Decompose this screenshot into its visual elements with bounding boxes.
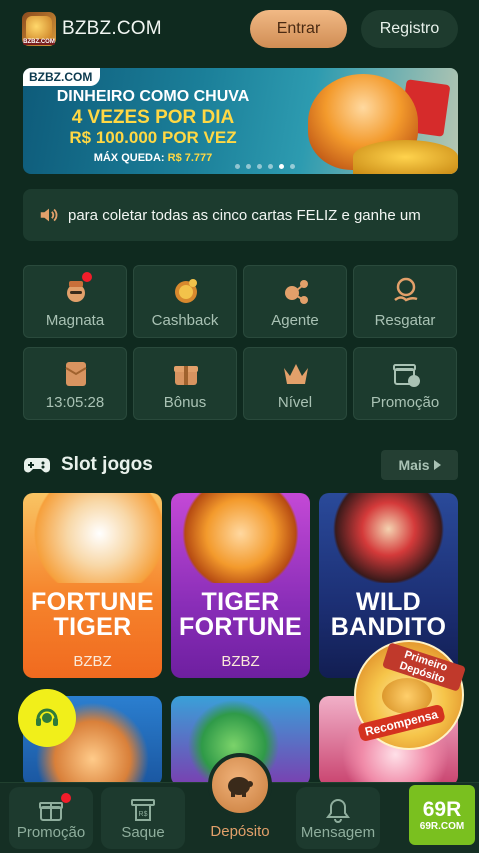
cashback-icon	[175, 279, 197, 303]
countdown-timer: 13:05:28	[45, 394, 105, 411]
menu-tile-magnata[interactable]: Magnata	[23, 265, 127, 338]
announcement-marquee[interactable]: para coletar todas as cinco cartas FELIZ…	[23, 189, 458, 241]
svg-text:R$: R$	[139, 811, 148, 818]
promo-banner[interactable]: BZBZ.COM DINHEIRO COMO CHUVA 4 VEZES POR…	[23, 68, 458, 174]
game-card-fortune-tiger[interactable]: FORTUNE TIGER BZBZ	[23, 493, 162, 678]
gamepad-icon	[24, 458, 50, 473]
banner-line-3: R$ 100.000 POR VEZ	[69, 128, 237, 147]
menu-tile-agente[interactable]: Agente	[243, 265, 347, 338]
pagination-dot[interactable]	[235, 164, 240, 169]
banner-max-value: R$ 7.777	[167, 152, 213, 164]
pagination-dot[interactable]	[279, 164, 284, 169]
pagination-dot[interactable]	[290, 164, 295, 169]
watermark-big: 69R	[422, 797, 462, 821]
banner-pagination[interactable]	[235, 164, 295, 169]
bell-icon	[326, 798, 350, 823]
register-button[interactable]: Registro	[361, 10, 458, 48]
nav-mensagem[interactable]: Mensagem	[296, 787, 380, 849]
bottom-navigation: Promoção R$ Saque Depósito Mensagem	[0, 753, 479, 853]
menu-tile-label: Cashback	[151, 312, 219, 329]
menu-tile-label: Promoção	[370, 394, 440, 411]
nav-promocao[interactable]: Promoção	[9, 787, 93, 849]
gift-chat-icon	[393, 364, 420, 387]
agent-icon	[285, 280, 308, 304]
nav-deposito[interactable]	[208, 753, 272, 817]
crown-icon	[284, 364, 308, 384]
site-logo[interactable]: BZBZ.COM	[22, 12, 56, 46]
more-button[interactable]: Mais	[381, 450, 458, 480]
quick-menu-grid: Magnata Cashback Agente Resgatar 13:05:2…	[23, 265, 458, 420]
game-art	[23, 493, 162, 583]
game-title-line-2: FORTUNE	[179, 613, 302, 641]
menu-tile-label: Bônus	[163, 394, 207, 411]
menu-tile-bonus[interactable]: Bônus	[133, 347, 237, 420]
pagination-dot[interactable]	[268, 164, 273, 169]
more-label: Mais	[398, 457, 430, 473]
piggy-bank-icon	[228, 777, 253, 797]
gift-box-icon	[174, 366, 198, 385]
gift-icon	[39, 802, 63, 821]
game-title-line-2: TIGER	[53, 613, 132, 641]
site-name: BZBZ.COM	[62, 18, 162, 39]
pagination-dot[interactable]	[257, 164, 262, 169]
watermark-small: 69R.COM	[419, 820, 465, 832]
redeem-icon	[394, 277, 418, 302]
banner-line-4: MÁX QUEDA: R$ 7.777	[23, 152, 283, 164]
game-art	[319, 493, 458, 583]
login-button[interactable]: Entrar	[250, 10, 347, 48]
menu-tile-cashback[interactable]: Cashback	[133, 265, 237, 338]
timer-envelope-icon	[65, 362, 87, 386]
menu-tile-timer[interactable]: 13:05:28	[23, 347, 127, 420]
game-art	[171, 493, 310, 583]
marquee-text: para coletar todas as cinco cartas FELIZ…	[68, 206, 421, 224]
menu-tile-label: Resgatar	[374, 312, 436, 329]
nav-saque[interactable]: R$ Saque	[101, 787, 185, 849]
menu-tile-resgatar[interactable]: Resgatar	[353, 265, 457, 338]
pagination-dot[interactable]	[246, 164, 251, 169]
withdraw-icon: R$	[131, 799, 155, 821]
speaker-icon	[40, 208, 58, 222]
banner-max-label: MÁX QUEDA:	[93, 152, 168, 164]
game-title-line-2: BANDITO	[330, 613, 447, 641]
customer-support-button[interactable]	[18, 689, 76, 747]
game-provider: BZBZ	[73, 653, 112, 670]
banner-line-2: 4 VEZES POR DIA	[71, 107, 235, 128]
section-title: Slot jogos	[61, 454, 153, 475]
caret-right-icon	[433, 460, 441, 470]
banner-line-1: DINHEIRO COMO CHUVA	[56, 88, 250, 105]
first-deposit-promo[interactable]: Primeiro Depósito Recompensa	[354, 640, 467, 750]
nav-deposit-label: Depósito	[210, 823, 270, 840]
menu-tile-promocao[interactable]: Promoção	[353, 347, 457, 420]
nav-label: Promoção	[16, 824, 86, 841]
banner-tag: BZBZ.COM	[23, 68, 101, 86]
logo-text: BZBZ.COM	[23, 39, 55, 45]
watermark-badge: 69R 69R.COM	[409, 785, 475, 845]
menu-tile-label: Magnata	[45, 312, 105, 329]
gold-coins-image	[353, 140, 458, 174]
menu-tile-label: Agente	[271, 312, 319, 329]
slot-games-header: Slot jogos Mais	[23, 450, 458, 480]
nav-label: Mensagem	[300, 824, 376, 841]
menu-tile-nivel[interactable]: Nível	[243, 347, 347, 420]
notification-dot	[82, 272, 92, 282]
top-header: BZBZ.COM BZBZ.COM Entrar Registro	[0, 0, 479, 58]
headset-icon	[36, 708, 58, 726]
nav-label: Saque	[121, 824, 165, 841]
notification-dot	[61, 793, 71, 803]
menu-tile-label: Nível	[277, 394, 313, 411]
game-provider: BZBZ	[221, 653, 260, 670]
game-card-tiger-fortune[interactable]: TIGER FORTUNE BZBZ	[171, 493, 310, 678]
